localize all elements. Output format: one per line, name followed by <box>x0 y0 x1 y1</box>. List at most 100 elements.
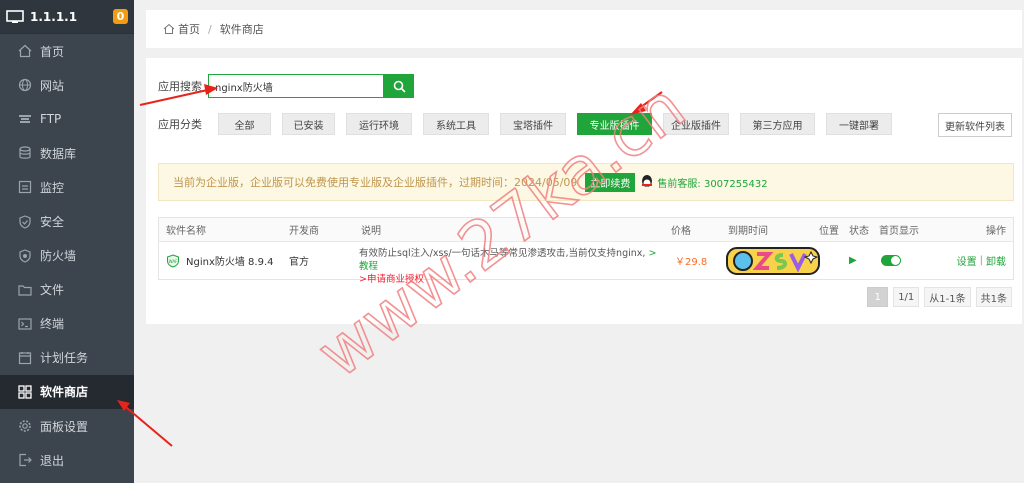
terminal-icon <box>18 317 32 331</box>
logout-icon <box>18 453 32 467</box>
category-button-4[interactable]: 宝塔插件 <box>500 113 566 135</box>
sidebar-item-label: 面板设置 <box>40 419 89 434</box>
main-area: 首页 / 软件商店 应用搜索 应用分类 全部已安装运行环境系统工具宝塔插件专业版… <box>134 0 1024 483</box>
search-row: 应用搜索 <box>158 74 414 98</box>
col-price: 价格 <box>671 226 691 237</box>
category-button-7[interactable]: 第三方应用 <box>740 113 815 135</box>
search-label: 应用搜索 <box>158 80 202 93</box>
col-desc: 说明 <box>361 226 381 237</box>
database-icon <box>18 146 32 160</box>
sidebar-item-label: 文件 <box>40 283 65 298</box>
category-label: 应用分类 <box>158 118 202 131</box>
update-list-button[interactable]: 更新软件列表 <box>938 113 1012 137</box>
table-header: 软件名称 开发商 说明 价格 到期时间 位置 状态 首页显示 操作 <box>159 218 1013 242</box>
col-expire: 到期时间 <box>728 226 768 237</box>
grid-icon <box>18 385 32 399</box>
home-icon <box>163 23 175 34</box>
col-position: 位置 <box>819 226 839 237</box>
breadcrumb-separator: / <box>208 22 212 36</box>
settings-link[interactable]: 设置 <box>957 253 977 268</box>
sidebar-item-label: 防火墙 <box>40 249 77 264</box>
sidebar-item-12[interactable]: 退出 <box>0 443 134 477</box>
sidebar-item-5[interactable]: 安全 <box>0 204 134 238</box>
plugin-developer: 官方 <box>289 257 309 268</box>
server-header[interactable]: 1.1.1.1 0 <box>0 0 134 34</box>
col-name: 软件名称 <box>166 226 206 237</box>
home-display-toggle[interactable] <box>881 242 901 279</box>
sidebar-item-label: 首页 <box>40 44 65 59</box>
uninstall-link[interactable]: 卸载 <box>986 253 1006 268</box>
category-row: 应用分类 全部 已安装 运行环境 系统工具 宝塔插件 专业版插件 企业版插件 第三方应用 一键部… <box>158 113 903 135</box>
shield-icon <box>18 214 32 229</box>
sidebar-item-label: 软件商店 <box>40 385 89 400</box>
svg-text:WAF: WAF <box>169 258 178 263</box>
page-info: 1/1 <box>893 287 920 307</box>
plugin-table: 软件名称 开发商 说明 价格 到期时间 位置 状态 首页显示 操作 WAF Ng… <box>158 217 1014 285</box>
category-button-8[interactable]: 一键部署 <box>826 113 892 135</box>
category-button-1[interactable]: 已安装 <box>282 113 335 135</box>
expire-graphic <box>725 242 821 279</box>
category-button-5[interactable]: 专业版插件 <box>577 113 652 135</box>
sidebar-item-7[interactable]: 文件 <box>0 273 134 307</box>
firewall-icon <box>18 248 32 263</box>
desc-text: 有效防止sql注入/xss/一句话木马等常见渗透攻击,当前仅支持nginx, <box>359 248 646 259</box>
renew-button[interactable]: 立即续费 <box>585 172 636 192</box>
category-button-6[interactable]: 企业版插件 <box>663 113 729 135</box>
notification-badge[interactable]: 0 <box>113 9 128 24</box>
clock-icon <box>18 351 32 365</box>
plugin-price: ￥29.8 <box>675 257 708 268</box>
ftp-icon <box>18 112 32 126</box>
gear-icon <box>18 419 32 433</box>
status-play-icon[interactable]: ▶ <box>849 242 857 279</box>
sidebar-item-label: 监控 <box>40 180 65 195</box>
qq-icon <box>642 175 653 187</box>
sidebar-item-6[interactable]: 防火墙 <box>0 239 134 273</box>
sticker-logo-icon <box>726 246 820 275</box>
pagination: 1 1/1 从1-1条 共1条 <box>862 287 1012 307</box>
monitor-icon <box>18 180 32 194</box>
category-button-2[interactable]: 运行环境 <box>346 113 412 135</box>
sidebar-item-label: 网站 <box>40 78 65 93</box>
sidebar-item-4[interactable]: 监控 <box>0 170 134 204</box>
col-home: 首页显示 <box>879 226 919 237</box>
globe-icon <box>18 78 32 92</box>
search-button[interactable] <box>384 74 414 98</box>
page-total: 共1条 <box>975 287 1012 307</box>
search-input[interactable] <box>208 74 384 98</box>
apply-license-link[interactable]: >申请商业授权 <box>359 274 424 285</box>
sidebar: 1.1.1.1 0 首页网站 FTP 数据库监控安全防火墙文件终端计划任务软件商店面… <box>0 0 134 483</box>
sidebar-item-2[interactable]: FTP <box>0 102 134 136</box>
col-dev: 开发商 <box>289 226 319 237</box>
page-current[interactable]: 1 <box>867 287 889 307</box>
sidebar-item-10[interactable]: 软件商店 <box>0 374 134 410</box>
waf-icon: WAF <box>167 253 179 268</box>
col-ops: 操作 <box>986 226 1006 237</box>
sidebar-item-0[interactable]: 首页 <box>0 34 134 68</box>
sidebar-item-label: 终端 <box>40 317 65 332</box>
sidebar-item-8[interactable]: 终端 <box>0 307 134 341</box>
category-button-0[interactable]: 全部 <box>218 113 271 135</box>
breadcrumb: 首页 / 软件商店 <box>146 10 1022 48</box>
sidebar-item-9[interactable]: 计划任务 <box>0 341 134 375</box>
presale-service[interactable]: 售前客服: 3007255432 <box>657 175 767 190</box>
search-icon <box>393 80 406 93</box>
table-row: WAF Nginx防火墙 8.9.4 官方 有效防止sql注入/xss/一句话木… <box>159 242 1013 285</box>
page-range: 从1-1条 <box>924 287 971 307</box>
plugin-name-cell[interactable]: WAF Nginx防火墙 8.9.4 <box>166 242 274 279</box>
home-icon <box>18 44 32 58</box>
breadcrumb-home[interactable]: 首页 <box>178 21 200 37</box>
col-status: 状态 <box>849 226 869 237</box>
sidebar-item-11[interactable]: 面板设置 <box>0 409 134 443</box>
sidebar-item-3[interactable]: 数据库 <box>0 136 134 170</box>
category-button-3[interactable]: 系统工具 <box>423 113 489 135</box>
breadcrumb-current: 软件商店 <box>219 23 264 36</box>
plugin-name: Nginx防火墙 8.9.4 <box>186 257 274 268</box>
sidebar-item-label: FTP <box>40 112 62 127</box>
sidebar-item-label: 计划任务 <box>40 351 89 366</box>
row-actions: 设置 | 卸载 <box>956 253 1006 268</box>
sidebar-item-label: 安全 <box>40 215 65 230</box>
software-store-panel: 应用搜索 应用分类 全部已安装运行环境系统工具宝塔插件专业版插件企业版插件第三方… <box>146 58 1022 324</box>
folder-icon <box>18 283 32 297</box>
sidebar-item-1[interactable]: 网站 <box>0 68 134 102</box>
plugin-description: 有效防止sql注入/xss/一句话木马等常见渗透攻击,当前仅支持nginx, >… <box>359 242 664 285</box>
